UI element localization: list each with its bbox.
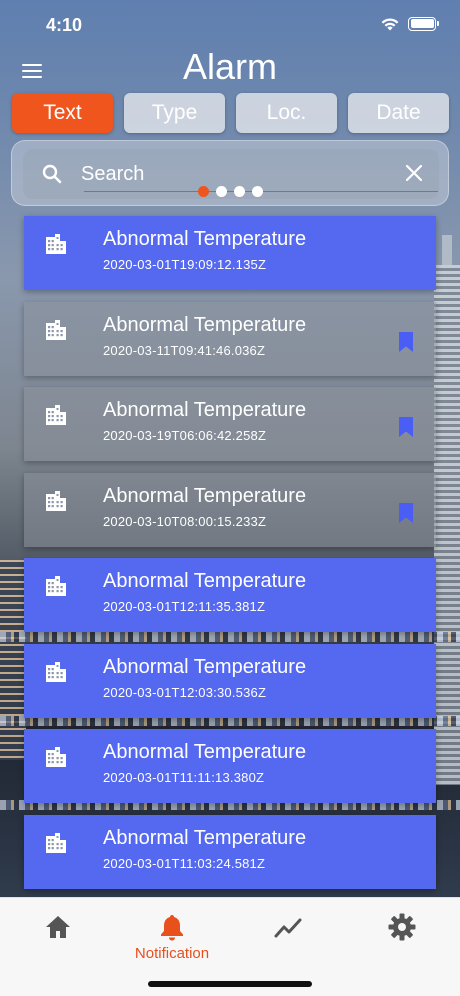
alarm-title: Abnormal Temperature (103, 655, 307, 678)
search-input[interactable] (81, 159, 381, 189)
alarm-title: Abnormal Temperature (103, 484, 307, 507)
alarm-title: Abnormal Temperature (103, 228, 307, 250)
alarm-title: Abnormal Temperature (103, 826, 307, 849)
alarm-item[interactable]: Abnormal Temperature 2020-03-19T06:06:42… (24, 387, 436, 461)
alarm-timestamp: 2020-03-11T09:41:46.036Z (103, 342, 266, 358)
building-icon (46, 490, 66, 511)
alarm-title: Abnormal Temperature (103, 399, 307, 421)
bookmark-icon[interactable] (398, 417, 414, 437)
filter-type-button[interactable]: Type (124, 93, 225, 133)
status-time: 4:10 (46, 15, 83, 35)
alarm-item[interactable]: Abnormal Temperature 2020-03-01T12:03:30… (24, 643, 436, 718)
alarm-item[interactable]: Abnormal Temperature 2020-03-01T11:03:24… (24, 814, 436, 889)
gear-icon (388, 913, 416, 941)
alarm-title: Abnormal Temperature (103, 313, 307, 336)
alarm-timestamp: 2020-03-19T06:06:42.258Z (103, 428, 267, 443)
alarm-item[interactable]: Abnormal Temperature 2020-03-11T09:41:46… (24, 301, 436, 376)
alarm-timestamp: 2020-03-01T11:03:24.581Z (103, 855, 266, 871)
alarm-item[interactable]: Abnormal Temperature 2020-03-01T11:11:13… (24, 729, 436, 803)
page-dot-active[interactable] (198, 186, 209, 197)
page-title: Alarm (182, 46, 277, 87)
building-icon (46, 832, 66, 853)
building-icon (46, 747, 66, 767)
tab-trend[interactable] (243, 912, 333, 942)
filter-tabs: Text Type Loc. Date (12, 93, 449, 133)
page-dot[interactable] (234, 186, 245, 197)
alarm-item[interactable]: Abnormal Temperature 2020-03-10T08:00:15… (24, 472, 436, 547)
filter-location-button[interactable]: Loc. (236, 93, 337, 133)
background-building-right (434, 235, 460, 785)
battery-icon (408, 16, 439, 31)
bell-icon (161, 915, 183, 941)
building-icon (46, 319, 66, 340)
alarm-timestamp: 2020-03-01T11:11:13.380Z (103, 770, 265, 785)
page-dot[interactable] (252, 186, 263, 197)
filter-text-button[interactable]: Text (12, 93, 113, 133)
building-icon (46, 661, 66, 682)
bookmark-icon[interactable] (398, 502, 414, 523)
alarm-item[interactable]: Abnormal Temperature 2020-03-01T12:11:35… (24, 558, 436, 632)
tab-settings[interactable] (357, 912, 447, 942)
alarm-list: Abnormal Temperature 2020-03-01T19:09:12… (24, 216, 436, 900)
trend-icon (274, 918, 302, 938)
tab-notification-label: Notification (134, 945, 210, 962)
alarm-title: Abnormal Temperature (103, 570, 307, 592)
wifi-icon (381, 18, 399, 31)
alarm-timestamp: 2020-03-10T08:00:15.233Z (103, 513, 267, 529)
status-bar: 4:10 (0, 0, 460, 50)
tab-home[interactable] (13, 912, 103, 942)
alarm-timestamp: 2020-03-01T12:03:30.536Z (103, 684, 267, 700)
status-icons (380, 16, 439, 31)
header: Alarm (0, 44, 460, 90)
bookmark-icon[interactable] (398, 331, 414, 352)
background-building-left (0, 560, 26, 760)
filter-date-button[interactable]: Date (348, 93, 449, 133)
alarm-title: Abnormal Temperature (103, 741, 307, 763)
close-icon[interactable] (405, 164, 423, 182)
page-indicator (198, 186, 263, 197)
building-icon (46, 576, 66, 596)
page-dot[interactable] (216, 186, 227, 197)
alarm-timestamp: 2020-03-01T12:11:35.381Z (103, 599, 266, 614)
alarm-item[interactable]: Abnormal Temperature 2020-03-01T19:09:12… (24, 216, 436, 290)
search-icon (42, 164, 62, 184)
alarm-timestamp: 2020-03-01T19:09:12.135Z (103, 257, 267, 272)
building-icon (46, 234, 66, 254)
building-icon (46, 405, 66, 425)
tab-notification[interactable]: Notification (127, 912, 217, 962)
home-icon (46, 916, 70, 938)
home-indicator[interactable] (148, 981, 312, 987)
